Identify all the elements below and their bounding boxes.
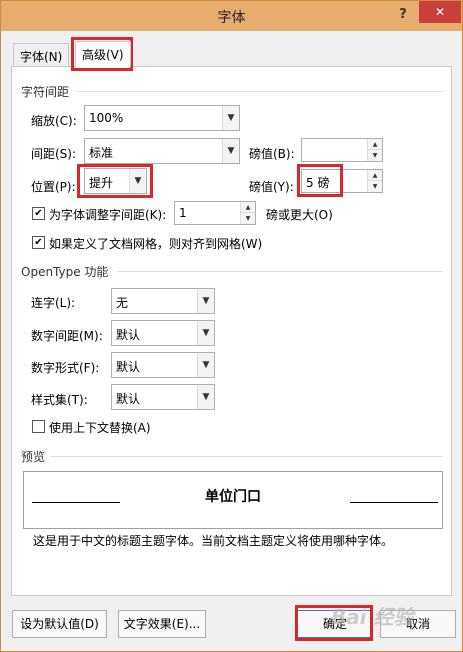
chevron-down-icon[interactable]: ▼ [197,353,214,377]
scale-value: 100% [89,111,124,125]
styleset-value: 默认 [116,392,141,406]
spacing-pt-spinner[interactable]: ▲ ▼ [301,138,383,162]
chevron-down-icon[interactable]: ▼ [222,106,239,130]
grid-label: 如果定义了文档网格，则对齐到网格(W) [49,237,263,251]
kerning-spinner[interactable]: 1 ▲ ▼ [174,201,256,225]
numform-value: 默认 [116,360,141,374]
preview-sample-text: 单位门口 [205,489,261,505]
separator [51,456,443,457]
tab-font[interactable]: 字体(N) [13,43,70,67]
section-preview: 预览 [21,450,46,464]
position-combo[interactable]: 提升 ▼ [84,168,147,194]
spin-down-icon[interactable]: ▼ [240,213,255,224]
chevron-down-icon[interactable]: ▼ [129,169,146,193]
numform-combo[interactable]: 默认 ▼ [111,352,215,378]
preview-line-right [350,502,438,503]
spin-down-icon[interactable]: ▼ [367,181,382,192]
chevron-down-icon[interactable]: ▼ [222,139,239,163]
tab-advanced[interactable]: 高级(V) [75,41,131,67]
preview-box: 单位门口 [23,471,443,529]
title-bar: 字体 ? ✕ [1,1,462,31]
cancel-button[interactable]: 取消 [380,610,456,638]
preview-description: 这是用于中文的标题主题字体。当前文档主题定义将使用哪种字体。 [33,534,394,548]
numspacing-combo[interactable]: 默认 ▼ [111,320,215,346]
spacing-combo[interactable]: 标准 ▼ [84,138,240,164]
position-label: 位置(P): [31,180,76,194]
separator [77,91,443,92]
position-pt-value: 5 磅 [306,176,330,190]
scale-label: 缩放(C): [31,114,77,128]
styleset-label: 样式集(T): [31,393,88,407]
font-dialog: 字体 ? ✕ 字体(N) 高级(V) 字符间距 缩放(C): 100% ▼ 间距… [0,0,463,652]
spin-up-icon[interactable]: ▲ [240,202,255,213]
chevron-down-icon[interactable]: ▼ [197,385,214,409]
spacing-label: 间距(S): [31,147,77,161]
section-opentype: OpenType 功能 [21,265,109,279]
set-default-button[interactable]: 设为默认值(D) [12,610,107,638]
numspacing-label: 数字间距(M): [31,329,103,343]
chevron-down-icon[interactable]: ▼ [197,289,214,313]
numform-label: 数字形式(F): [31,361,100,375]
scale-combo[interactable]: 100% ▼ [84,105,240,131]
kerning-value: 1 [179,206,187,220]
spin-down-icon[interactable]: ▼ [367,150,382,161]
numspacing-value: 默认 [116,328,141,342]
spin-up-icon[interactable]: ▲ [367,139,382,150]
position-pt-spinner[interactable]: 5 磅 ▲ ▼ [301,169,383,193]
ligature-combo[interactable]: 无 ▼ [111,288,215,314]
position-value: 提升 [89,176,114,190]
close-button[interactable]: ✕ [419,1,461,23]
kerning-checkbox[interactable]: ✔ [32,207,45,220]
text-effects-button[interactable]: 文字效果(E)... [118,610,206,638]
grid-checkbox[interactable]: ✔ [32,236,45,249]
spacing-value: 标准 [89,146,114,160]
ligature-label: 连字(L): [31,296,76,310]
position-pt-label: 磅值(Y): [249,180,294,194]
section-character-spacing: 字符间距 [21,85,70,99]
styleset-combo[interactable]: 默认 ▼ [111,384,215,410]
kerning-suffix: 磅或更大(O) [266,208,333,222]
separator [117,271,443,272]
help-button[interactable]: ? [393,5,413,25]
spin-up-icon[interactable]: ▲ [367,170,382,181]
chevron-down-icon[interactable]: ▼ [197,321,214,345]
kerning-label: 为字体调整字间距(K): [49,208,167,222]
ok-button[interactable]: 确定 [297,610,373,638]
contextual-checkbox[interactable] [32,420,45,433]
ligature-value: 无 [116,296,129,310]
contextual-label: 使用上下文替换(A) [49,421,151,435]
spacing-pt-label: 磅值(B): [249,147,295,161]
